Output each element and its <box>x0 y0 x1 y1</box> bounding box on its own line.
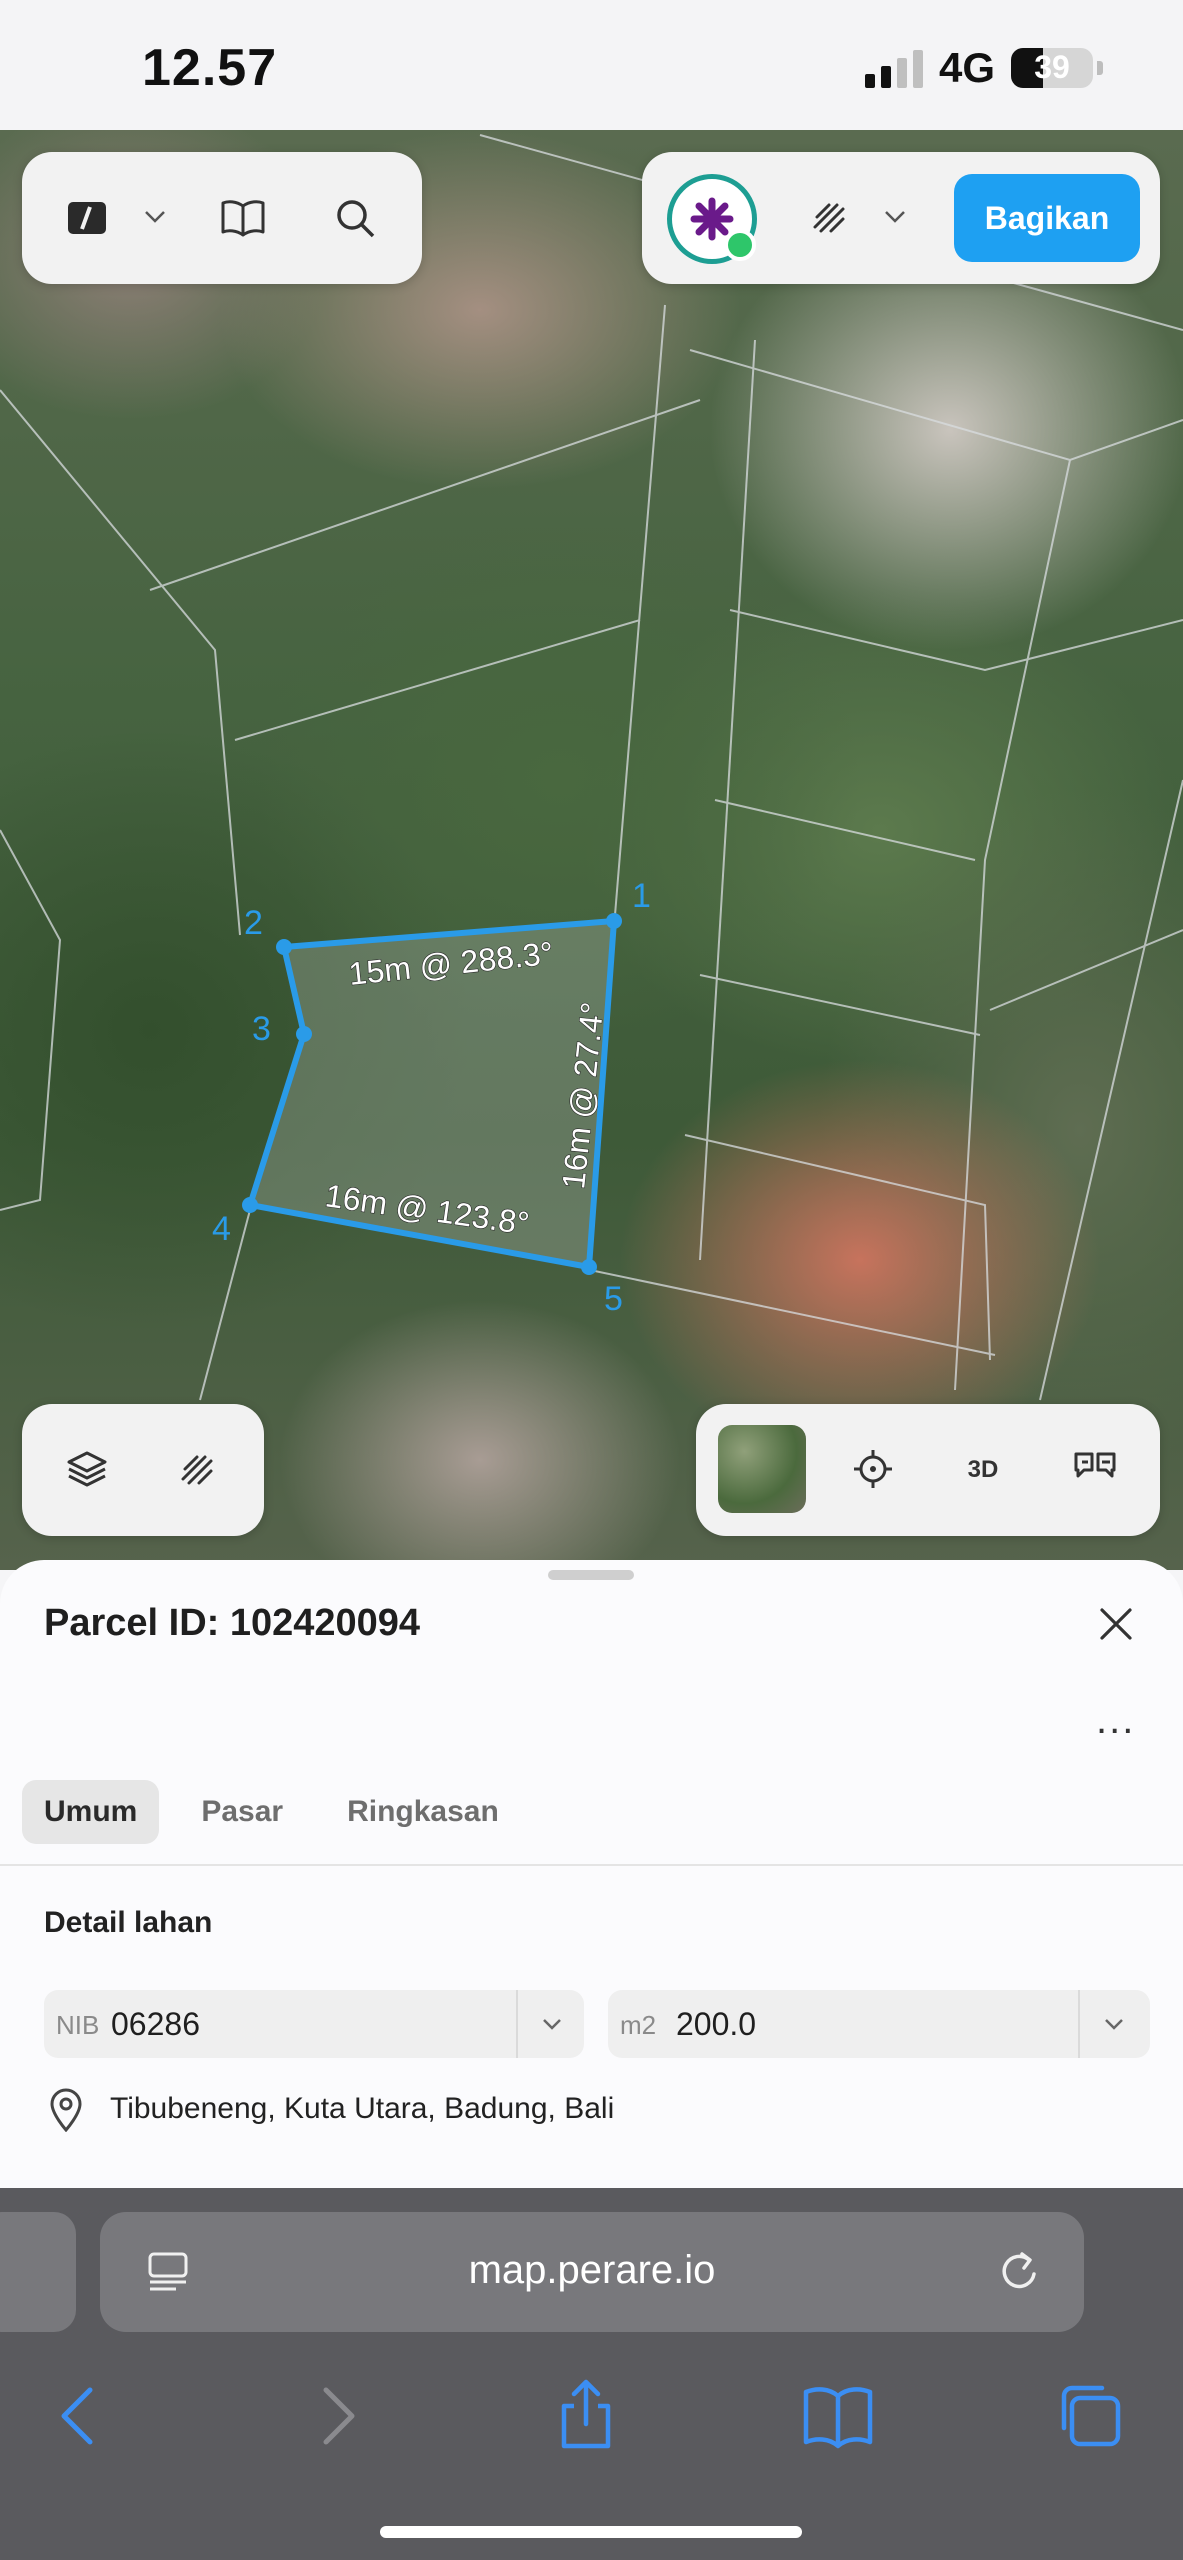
parcel-boundaries: 1 2 3 4 5 15m @ 288.3° 16m @ 27.4° 16m @… <box>0 134 1183 1401</box>
area-field[interactable]: m2 200.0 <box>608 1990 1150 2058</box>
tab-ringkasan[interactable]: Ringkasan <box>325 1780 521 1844</box>
forward-icon[interactable] <box>296 2376 376 2456</box>
chevron-down-icon[interactable] <box>1098 2008 1130 2040</box>
online-indicator <box>724 229 756 261</box>
parcel-address: Tibubeneng, Kuta Utara, Badung, Bali <box>110 2092 615 2125</box>
field-separator <box>516 1990 518 2058</box>
map-tools-panel <box>22 152 422 284</box>
3d-icon[interactable]: 3D <box>958 1452 1008 1488</box>
area-value: 200.0 <box>676 2006 757 2042</box>
status-bar: 12.57 4G 39 <box>0 0 1183 130</box>
layers-panel <box>22 1404 264 1536</box>
share-icon[interactable] <box>546 2376 626 2456</box>
vertex-label-3: 3 <box>252 1010 271 1048</box>
satellite-thumbnail[interactable] <box>718 1425 806 1513</box>
browser-nav <box>0 2376 1183 2466</box>
previous-tab-peek[interactable] <box>0 2212 76 2332</box>
bookmarks-icon[interactable] <box>798 2376 878 2456</box>
reload-icon[interactable] <box>996 2248 1044 2296</box>
ruler-icon[interactable] <box>62 196 112 240</box>
parcel-sheet: Parcel ID: 102420094 ... Umum Pasar Ring… <box>0 1560 1183 2188</box>
close-icon[interactable] <box>1096 1604 1140 1648</box>
more-options-icon[interactable]: ... <box>1096 1700 1135 1740</box>
field-separator <box>1078 1990 1080 2058</box>
layers-icon[interactable] <box>62 1444 112 1494</box>
book-icon[interactable] <box>218 194 268 242</box>
vertex-label-5: 5 <box>604 1280 623 1318</box>
draw-icon[interactable] <box>174 1446 220 1492</box>
search-icon[interactable] <box>330 194 380 242</box>
home-indicator[interactable] <box>380 2526 802 2538</box>
nib-field[interactable]: NIB 06286 <box>44 1990 584 2058</box>
back-icon[interactable] <box>40 2376 120 2456</box>
tabs-icon[interactable] <box>1050 2376 1130 2456</box>
tab-umum[interactable]: Umum <box>22 1780 160 1844</box>
battery-icon: 39 <box>1011 48 1093 88</box>
map-view[interactable]: 1 2 3 4 5 15m @ 288.3° 16m @ 27.4° 16m @… <box>0 130 1183 1570</box>
browser-toolbar: map.perare.io <box>0 2188 1183 2560</box>
status-time: 12.57 <box>142 39 278 97</box>
location-pin-icon <box>46 2088 86 2133</box>
section-title: Detail lahan <box>44 1906 213 1939</box>
area-prefix: m2 <box>620 2010 657 2040</box>
tabs-divider <box>0 1864 1183 1866</box>
chevron-down-icon[interactable] <box>536 2008 568 2040</box>
battery-tip <box>1097 61 1103 75</box>
address-bar[interactable]: map.perare.io <box>100 2212 1084 2332</box>
parcel-title: Parcel ID: 102420094 <box>44 1602 421 1644</box>
avatar[interactable] <box>667 174 757 264</box>
sheet-tabs: Umum Pasar Ringkasan <box>22 1780 521 1844</box>
vertex-label-2: 2 <box>244 904 263 942</box>
share-button[interactable]: Bagikan <box>954 174 1140 262</box>
signal-icon <box>864 48 923 88</box>
battery-percent: 39 <box>1034 49 1070 85</box>
chevron-down-icon[interactable] <box>140 202 170 232</box>
tab-pasar[interactable]: Pasar <box>179 1780 305 1844</box>
sheet-grabber[interactable] <box>548 1570 634 1580</box>
vertex-label-1: 1 <box>632 877 651 915</box>
feedback-icon[interactable] <box>1070 1446 1120 1492</box>
draw-icon[interactable] <box>806 194 852 240</box>
nib-value: 06286 <box>111 2006 200 2042</box>
status-indicators: 4G 39 <box>864 44 1103 92</box>
url-text[interactable]: map.perare.io <box>100 2248 1084 2293</box>
locate-icon[interactable] <box>850 1446 896 1492</box>
chevron-down-icon[interactable] <box>880 202 910 232</box>
network-type: 4G <box>938 44 995 91</box>
vertex-label-4: 4 <box>212 1210 231 1248</box>
nib-prefix: NIB <box>56 2010 100 2040</box>
